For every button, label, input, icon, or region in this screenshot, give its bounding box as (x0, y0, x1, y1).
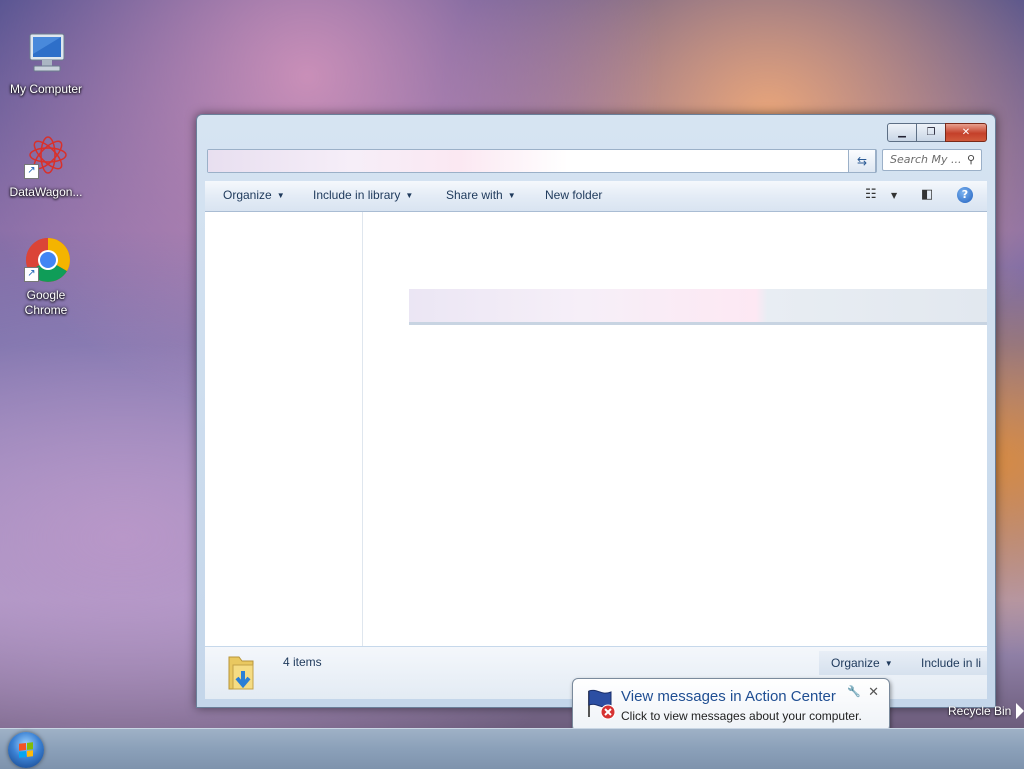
minimize-button[interactable]: ▁ (887, 123, 917, 142)
desktop-icon-google-chrome[interactable]: ↗ Google Chrome (6, 236, 86, 318)
chevron-down-icon[interactable]: ▼ (891, 191, 897, 200)
notification-balloon[interactable]: View messages in Action Center Click to … (572, 678, 890, 732)
include-in-library-button[interactable]: Include in li (921, 656, 981, 670)
desktop-icon-recycle-bin[interactable]: Recycle Bin (948, 704, 1011, 718)
address-breadcrumb[interactable] (208, 150, 568, 172)
notification-text: Click to view messages about your comput… (621, 709, 862, 723)
computer-icon (22, 30, 70, 78)
new-folder-label: New folder (545, 188, 603, 202)
navigation-pane[interactable] (205, 212, 363, 646)
close-button[interactable]: ✕ (945, 123, 987, 142)
window-caption-buttons: ▁ ❐ ✕ (887, 123, 987, 142)
refresh-button[interactable]: ⇆ (848, 149, 876, 173)
items-count: 4 items (283, 655, 322, 669)
close-icon[interactable]: ✕ (868, 685, 879, 700)
include-in-library-label: Include in li (921, 656, 982, 670)
notification-title: View messages in Action Center (621, 688, 836, 705)
preview-pane-icon[interactable]: ◧ (921, 187, 933, 202)
organize-button[interactable]: Organize ▼ (223, 188, 285, 202)
arrow-right-icon (1016, 703, 1024, 719)
help-icon[interactable]: ? (957, 187, 973, 203)
desktop-icon-label: DataWagon... (9, 185, 83, 199)
view-options-icon[interactable]: ☷ (865, 187, 877, 202)
share-with-button[interactable]: Share with ▼ (446, 188, 516, 202)
windows-logo-icon (19, 742, 33, 758)
desktop-icon-label: Google Chrome (24, 288, 68, 317)
new-folder-button[interactable]: New folder (545, 188, 602, 202)
close-icon: ✕ (961, 127, 971, 138)
share-with-label: Share with (446, 188, 503, 202)
refresh-icon: ⇆ (856, 154, 868, 168)
shortcut-arrow-icon: ↗ (24, 267, 39, 282)
desktop-icon-my-computer[interactable]: My Computer (6, 30, 86, 97)
column-header-bar (409, 289, 987, 325)
maximize-button[interactable]: ❐ (916, 123, 946, 142)
organize-label: Organize (223, 188, 272, 202)
organize-label: Organize (831, 656, 880, 670)
search-icon[interactable]: ⚲ (967, 153, 975, 166)
include-in-library-label: Include in library (313, 188, 401, 202)
details-command-bar: Organize ▼ Include in li (819, 651, 987, 675)
file-list-pane[interactable] (363, 212, 987, 646)
organize-button[interactable]: Organize ▼ (831, 656, 893, 670)
include-in-library-button[interactable]: Include in library ▼ (313, 188, 413, 202)
action-center-flag-icon (583, 687, 617, 721)
datawagon-icon: ↗ (22, 133, 70, 181)
search-input[interactable]: Search My ... ⚲ (882, 149, 982, 171)
caret-down-icon: ▼ (884, 659, 893, 668)
downloads-folder-icon (223, 653, 259, 693)
restore-icon: ❐ (926, 127, 936, 138)
search-placeholder: Search My ... (890, 153, 962, 166)
desktop-icon-datawagon[interactable]: ↗ DataWagon... (6, 133, 86, 200)
caret-down-icon: ▼ (507, 191, 516, 200)
start-button[interactable] (8, 732, 44, 768)
caret-down-icon: ▼ (405, 191, 414, 200)
address-bar[interactable]: ▼ (207, 149, 877, 173)
caret-down-icon: ▼ (276, 191, 285, 200)
settings-icon[interactable]: 🔧 (847, 685, 861, 698)
explorer-window: ▁ ❐ ✕ ▼ ⇆ Search My ... ⚲ Organize ▼ Incl… (196, 114, 996, 708)
command-bar: Organize ▼ Include in library ▼ Share with… (205, 181, 987, 212)
minimize-icon: ▁ (898, 127, 906, 138)
taskbar (0, 728, 1024, 769)
desktop-icon-label: My Computer (9, 82, 83, 96)
chrome-icon: ↗ (22, 236, 70, 284)
shortcut-arrow-icon: ↗ (24, 164, 39, 179)
